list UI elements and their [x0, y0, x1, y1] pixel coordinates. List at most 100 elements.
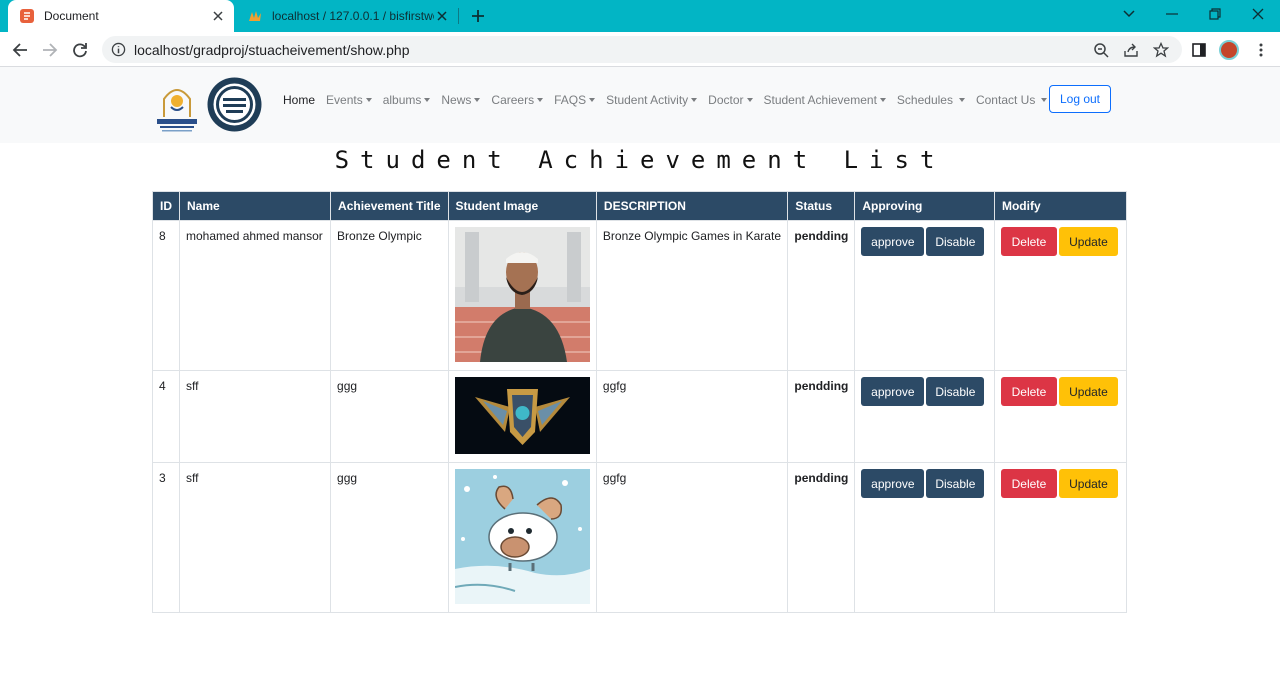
column-header-status: Status [787, 191, 856, 221]
table-row: 8 mohamed ahmed mansor Bronze Olympic Br… [152, 220, 1128, 371]
cell-achievement-title: ggg [330, 462, 449, 613]
cell-student-image [447, 220, 597, 371]
nav-faqs-dropdown[interactable]: FAQS [554, 93, 596, 107]
caret-down-icon [958, 98, 965, 102]
caret-down-icon [746, 98, 753, 102]
cell-name: sff [178, 462, 332, 613]
browser-toolbar: localhost/gradproj/stuacheivement/show.p… [0, 32, 1280, 67]
update-button[interactable]: Update [1058, 227, 1118, 256]
table-row: 3 sff ggg ggfg pendding approve Disable … [152, 462, 1128, 613]
tab-document[interactable]: Document [8, 0, 234, 32]
forward-arrow-icon[interactable] [38, 38, 62, 62]
nav-label: Schedules [896, 93, 953, 107]
close-tab-icon[interactable] [210, 8, 226, 24]
cell-modify: Delete Update [993, 220, 1128, 371]
nav-label: Contact Us [975, 93, 1036, 107]
approve-button[interactable]: approve [861, 377, 925, 406]
nav-news-dropdown[interactable]: News [441, 93, 481, 107]
update-button[interactable]: Update [1058, 469, 1118, 498]
university-logo-emblem[interactable] [152, 77, 202, 135]
nav-label: FAQS [554, 93, 587, 107]
zoom-icon[interactable] [1091, 40, 1111, 60]
update-button[interactable]: Update [1058, 377, 1118, 406]
cell-student-image [447, 370, 597, 463]
approve-button[interactable]: approve [861, 469, 925, 498]
caret-down-icon [365, 98, 372, 102]
cell-id: 8 [152, 220, 180, 371]
cell-description: ggfg [595, 462, 789, 613]
cell-modify: Delete Update [993, 370, 1128, 463]
close-window-icon[interactable] [1246, 4, 1270, 24]
logout-button[interactable]: Log out [1049, 85, 1111, 113]
bookmark-star-icon[interactable] [1151, 40, 1171, 60]
caret-down-icon [879, 98, 886, 102]
nav-events-dropdown[interactable]: Events [326, 93, 372, 107]
share-icon[interactable] [1121, 40, 1141, 60]
nav-student-activity-dropdown[interactable]: Student Activity [606, 93, 698, 107]
disable-button[interactable]: Disable [926, 377, 985, 406]
nav-label: Student Activity [606, 93, 689, 107]
nav-label: albums [382, 93, 422, 107]
cell-name: sff [178, 370, 332, 463]
column-header-modify: Modify [993, 191, 1128, 221]
cell-status: pendding [787, 220, 856, 371]
nav-doctor-dropdown[interactable]: Doctor [708, 93, 753, 107]
nav-albums-dropdown[interactable]: albums [383, 93, 431, 107]
tab-search-chevron-icon[interactable] [1117, 4, 1141, 24]
cell-description: ggfg [595, 370, 789, 463]
cell-approving: approve Disable [854, 462, 995, 613]
side-panel-icon[interactable] [1188, 39, 1210, 61]
nav-contact-us-dropdown[interactable]: Contact Us [975, 93, 1048, 107]
table-header-row: ID Name Achievement Title Student Image … [152, 191, 1128, 221]
phpmyadmin-favicon-icon [247, 8, 263, 24]
delete-button[interactable]: Delete [1000, 377, 1057, 406]
cell-student-image [447, 462, 597, 613]
site-info-icon[interactable] [110, 41, 127, 58]
disable-button[interactable]: Disable [926, 469, 985, 498]
nav-label: Doctor [708, 93, 744, 107]
nav-student-achievement-dropdown[interactable]: Student Achievement [764, 93, 886, 107]
kebab-menu-icon[interactable] [1250, 39, 1272, 61]
reload-icon[interactable] [68, 38, 92, 62]
caret-down-icon [1041, 98, 1048, 102]
profile-avatar[interactable] [1219, 40, 1239, 60]
approve-button[interactable]: approve [861, 227, 925, 256]
caret-down-icon [474, 98, 481, 102]
student-illustration-image [454, 469, 590, 604]
restore-icon[interactable] [1203, 4, 1227, 24]
nav-schedules-dropdown[interactable]: Schedules [897, 93, 965, 107]
site-navbar: Home Events albums News Careers FAQS Stu… [0, 67, 1280, 143]
nav-label: Student Achievement [763, 93, 877, 107]
nav-careers-dropdown[interactable]: Careers [491, 93, 544, 107]
back-arrow-icon[interactable] [8, 38, 32, 62]
cell-status: pendding [787, 462, 856, 613]
document-favicon-icon [19, 8, 35, 24]
cell-status: pendding [787, 370, 856, 463]
cell-id: 3 [152, 462, 180, 613]
tab-title: Document [44, 9, 99, 23]
table-row: 4 sff ggg ggfg pendding approveDisable [152, 370, 1128, 463]
caret-down-icon [691, 98, 698, 102]
close-tab-icon[interactable] [434, 8, 450, 24]
cell-modify: Delete Update [993, 462, 1128, 613]
tab-phpmyadmin[interactable]: localhost / 127.0.0.1 / bisfirstwebs [236, 0, 458, 32]
address-bar[interactable]: localhost/gradproj/stuacheivement/show.p… [102, 36, 1182, 63]
column-header-id: ID [152, 191, 180, 221]
delete-button[interactable]: Delete [1000, 227, 1057, 256]
nav-home-link[interactable]: Home [283, 93, 315, 107]
student-emblem-image [454, 377, 590, 454]
tab-title: localhost / 127.0.0.1 / bisfirstwebs [272, 9, 434, 23]
column-header-achievement-title: Achievement Title [330, 191, 449, 221]
nav-label: News [441, 93, 472, 107]
column-header-student-image: Student Image [447, 191, 597, 221]
nav-links: Home Events albums News Careers FAQS Stu… [283, 93, 1058, 107]
minimize-icon[interactable] [1160, 4, 1184, 24]
faculty-logo-seal[interactable] [206, 76, 263, 133]
disable-button[interactable]: Disable [926, 227, 985, 256]
browser-tab-bar: Document localhost / 127.0.0.1 / bisfirs… [0, 0, 1280, 32]
caret-down-icon [589, 98, 596, 102]
achievements-table: ID Name Achievement Title Student Image … [152, 191, 1128, 613]
new-tab-plus-icon[interactable] [468, 6, 488, 26]
delete-button[interactable]: Delete [1000, 469, 1057, 498]
caret-down-icon [424, 98, 431, 102]
